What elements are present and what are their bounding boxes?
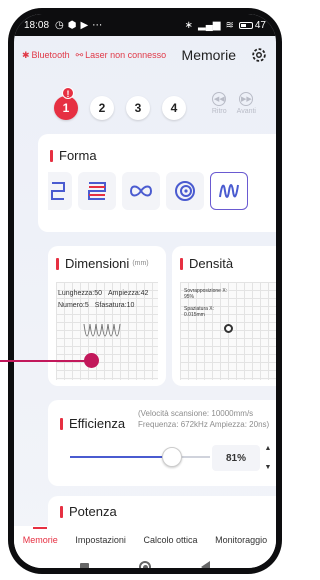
wifi-icon: ≋ [225, 19, 234, 31]
forward-label: Avanti [236, 108, 256, 115]
tab-impostazioni[interactable]: Impostazioni [73, 529, 128, 551]
dimensioni-preview: Lunghezza:50 Ampiezza:42 Numero:5 Sfasat… [56, 282, 158, 380]
system-nav-bar [14, 554, 276, 568]
dimensioni-card[interactable]: Dimensioni (mm) Lunghezza:50 Ampiezza:42… [48, 246, 166, 386]
laser-status[interactable]: ⚯ Laser non connesso [76, 50, 167, 61]
efficiency-value[interactable]: 81% [212, 445, 260, 471]
status-time: 18:08 [24, 19, 50, 31]
step-3[interactable]: 3 [126, 96, 150, 120]
back-label: Ritro [211, 108, 227, 115]
alert-badge: ! [62, 87, 74, 99]
back-nav-icon[interactable] [201, 561, 210, 568]
efficienza-info: (Velocità scansione: 10000mm/s Frequenza… [138, 409, 270, 429]
bluetooth-status[interactable]: ✱ Bluetooth [22, 50, 70, 61]
status-bar: 18:08 ◷ ⬢ ▶ ⋯ ∗ ▂▄▆ ≋ 47 [14, 14, 276, 36]
laser-label: Laser non connesso [85, 50, 167, 60]
shield-icon: ⬢ [67, 19, 77, 31]
efficiency-slider-thumb[interactable] [162, 447, 182, 467]
densita-title: Densità [189, 256, 234, 271]
densita-card[interactable]: Densità Sovrapposizione X: 95% Spaziatur… [172, 246, 276, 386]
bluetooth-status-icon: ∗ [184, 19, 194, 31]
forward-icon: ▶▶ [239, 92, 254, 106]
section-accent [60, 417, 63, 430]
shape-option-infinity[interactable] [122, 172, 160, 210]
sovrapposizione-value: 95% [184, 294, 195, 300]
step-selector: ! 1 2 3 4 [54, 87, 186, 120]
density-point-icon [224, 324, 233, 333]
battery-level: 47 [254, 19, 266, 31]
decrease-icon[interactable]: ▼ [265, 464, 272, 471]
shape-option-wave[interactable] [210, 172, 248, 210]
phone-frame: 18:08 ◷ ⬢ ▶ ⋯ ∗ ▂▄▆ ≋ 47 ✱ Bluetooth ⚯ L… [8, 8, 282, 574]
zigzag-red-icon [88, 182, 106, 200]
forward-button[interactable]: ▶▶ Avanti [237, 92, 256, 115]
densita-preview: Sovrapposizione X: 95% Spaziatura X: 0.0… [180, 282, 276, 380]
spaziatura-value: 0.015mm [184, 312, 205, 318]
tab-monitoraggio[interactable]: Monitoraggio [213, 529, 269, 551]
data-saver-icon: ◷ [55, 19, 64, 31]
dimensioni-unit: (mm) [132, 260, 149, 267]
battery-icon: 47 [238, 19, 266, 31]
step-4[interactable]: 4 [162, 96, 186, 120]
page-title-text: Memorie [181, 47, 236, 63]
link-broken-icon: ⚯ [75, 49, 84, 60]
section-accent [180, 257, 183, 270]
efficienza-title: Efficienza [69, 416, 126, 431]
section-accent [60, 505, 63, 518]
play-icon: ▶ [80, 19, 89, 31]
efficiency-slider-track[interactable] [180, 456, 210, 458]
spiral-icon [175, 181, 195, 201]
section-accent [50, 149, 53, 162]
section-accent [56, 257, 59, 270]
lunghezza-value: Lunghezza:50 [58, 290, 102, 297]
page-title: Memorie [182, 47, 236, 63]
bluetooth-label: Bluetooth [31, 50, 70, 60]
more-icon: ⋯ [92, 19, 103, 31]
tab-memorie[interactable]: Memorie [21, 527, 60, 551]
home-icon[interactable] [139, 561, 151, 568]
efficienza-card: Efficienza (Velocità scansione: 10000mm/… [48, 400, 276, 486]
bluetooth-icon: ✱ [22, 49, 30, 60]
infinity-icon [129, 185, 153, 197]
wave-selected-icon [219, 184, 239, 198]
numero-value: Numero:5 [58, 302, 89, 309]
zigzag-partial-icon [51, 182, 65, 200]
recents-icon[interactable] [80, 562, 89, 568]
header: ✱ Bluetooth ⚯ Laser non connesso Memorie [22, 44, 268, 66]
shape-option-spiral[interactable] [166, 172, 204, 210]
ampiezza-value: Ampiezza:42 [107, 290, 149, 297]
annotation-pointer-line [0, 360, 90, 362]
efficiency-stepper: ▲ ▼ [260, 445, 276, 471]
gear-icon[interactable] [250, 46, 268, 64]
shape-list [48, 172, 248, 210]
step-2[interactable]: 2 [90, 96, 114, 120]
annotation-pointer-dot [84, 353, 99, 368]
app-screen: 18:08 ◷ ⬢ ▶ ⋯ ∗ ▂▄▆ ≋ 47 ✱ Bluetooth ⚯ L… [14, 14, 276, 568]
signal-icon: ▂▄▆ [198, 19, 221, 31]
step-1[interactable]: ! 1 [54, 87, 78, 120]
history-nav: ◀◀ Ritro ▶▶ Avanti [212, 92, 256, 115]
bottom-tab-bar: Memorie Impostazioni Calcolo ottica Moni… [14, 526, 276, 554]
increase-icon[interactable]: ▲ [265, 445, 272, 452]
wave-preview-icon [83, 323, 121, 337]
forma-title: Forma [59, 148, 97, 163]
potenza-title: Potenza [69, 504, 117, 519]
dimensioni-title: Dimensioni [65, 256, 130, 271]
rewind-icon: ◀◀ [212, 92, 227, 106]
shape-option-zigzag-partial[interactable] [48, 172, 72, 210]
back-button[interactable]: ◀◀ Ritro [212, 92, 227, 115]
tab-calcolo-ottica[interactable]: Calcolo ottica [142, 529, 200, 551]
sfasatura-value: Sfasatura:10 [94, 302, 135, 309]
forma-card: Forma [38, 134, 276, 232]
shape-option-zigzag[interactable] [78, 172, 116, 210]
